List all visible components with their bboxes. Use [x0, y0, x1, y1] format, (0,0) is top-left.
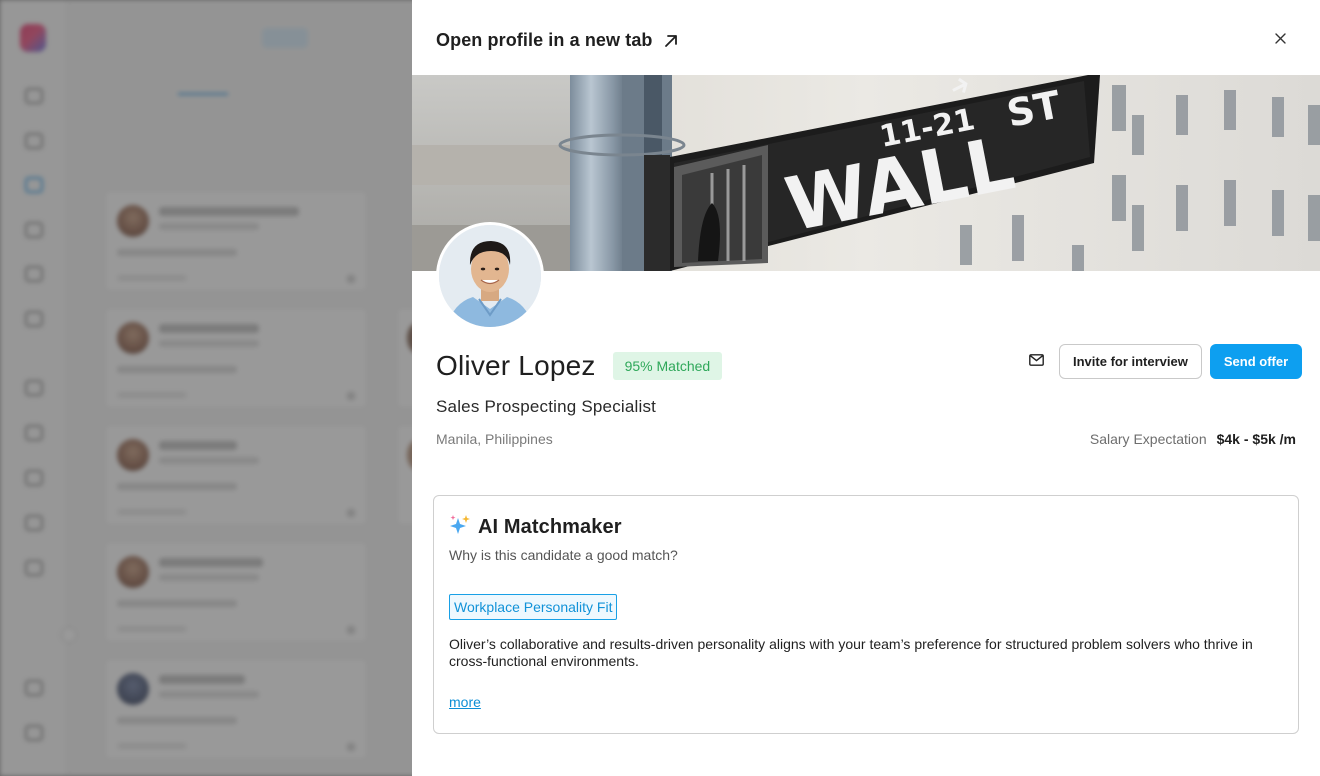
match-reason-tag: Workplace Personality Fit	[449, 594, 618, 620]
drawer-header: Open profile in a new tab	[412, 0, 1320, 75]
candidate-name-row: Oliver Lopez 95% Matched	[436, 350, 723, 382]
matchmaker-subtitle: Why is this candidate a good match?	[449, 547, 678, 563]
wall-street-sign-illustration: WALL 11-21 ST	[412, 75, 1320, 271]
sparkles-icon	[449, 514, 471, 541]
candidate-avatar	[436, 222, 544, 330]
profile-actions: Invite for interview Send offer	[1024, 344, 1303, 379]
matchmaker-title: AI Matchmaker	[478, 516, 622, 538]
match-score-badge: 95% Matched	[612, 352, 723, 380]
close-button[interactable]	[1270, 30, 1290, 50]
mail-icon	[1028, 353, 1044, 371]
match-reason-text: Oliver’s collaborative and results-drive…	[449, 636, 1253, 669]
email-button[interactable]	[1024, 345, 1048, 379]
salary-label: Salary Expectation	[1089, 431, 1207, 447]
ai-matchmaker-card: AI Matchmaker Why is this candidate a go…	[433, 495, 1299, 734]
open-profile-label: Open profile in a new tab	[436, 30, 653, 50]
arrow-up-right-icon	[663, 33, 679, 49]
candidate-name: Oliver Lopez	[436, 350, 596, 381]
send-offer-button[interactable]: Send offer	[1209, 344, 1303, 379]
salary-expectation: Salary Expectation $4k - $5k /m	[1090, 431, 1296, 447]
close-icon	[1274, 31, 1286, 49]
profile-cover-image: WALL 11-21 ST	[412, 75, 1320, 271]
candidate-job-title: Sales Prospecting Specialist	[436, 397, 657, 416]
candidate-location: Manila, Philippines	[436, 431, 553, 447]
salary-value: $4k - $5k /m	[1216, 431, 1296, 447]
more-link[interactable]: more	[449, 694, 481, 710]
invite-for-interview-button[interactable]: Invite for interview	[1059, 344, 1202, 379]
open-profile-link[interactable]: Open profile in a new tab	[436, 30, 679, 51]
matchmaker-header: AI Matchmaker	[449, 514, 622, 541]
candidate-profile-drawer: Open profile in a new tab WALL 11-21 ST …	[412, 0, 1320, 776]
